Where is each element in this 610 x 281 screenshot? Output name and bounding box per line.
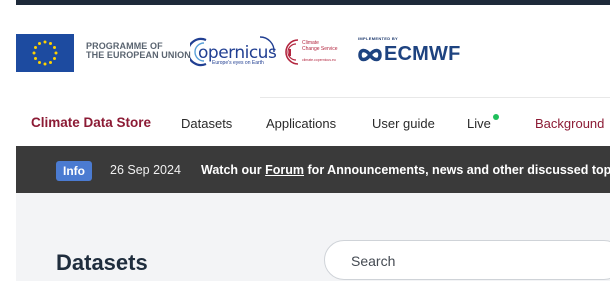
nav-item-background[interactable]: Background: [535, 116, 604, 131]
programme-eu-text: PROGRAMME OF THE EUROPEAN UNION: [86, 42, 191, 60]
ecmwf-implemented-by: IMPLEMENTED BY: [358, 36, 398, 41]
nav-item-user-guide[interactable]: User guide: [372, 116, 435, 131]
search-input[interactable]: [351, 251, 601, 271]
info-date: 26 Sep 2024: [110, 163, 181, 177]
eu-flag-icon: [16, 34, 74, 72]
info-message-start: Watch our: [201, 163, 262, 177]
info-banner: Info 26 Sep 2024 Watch our Forum for Ann…: [16, 146, 610, 193]
info-message-end: for Announcements, news and other discus…: [307, 163, 610, 177]
copernicus-logo[interactable]: opernicus Europe's eyes on Earth: [190, 32, 277, 72]
search-box[interactable]: [324, 240, 610, 280]
programme-line-2: THE EUROPEAN UNION: [86, 50, 191, 60]
c3s-logo[interactable]: Climate Change Service climate.copernicu…: [280, 34, 350, 70]
info-badge: Info: [56, 161, 92, 181]
live-status-dot-icon: [493, 114, 499, 120]
c3s-line-2: Change Service: [302, 46, 338, 52]
nav-item-datasets[interactable]: Datasets: [181, 116, 232, 131]
top-accent-bar: [16, 0, 610, 5]
ecmwf-wordmark: ECMWF: [384, 43, 461, 65]
copernicus-tagline: Europe's eyes on Earth: [212, 60, 264, 66]
info-message: Watch our Forum for Announcements, news …: [201, 163, 610, 177]
nav-item-live[interactable]: Live: [467, 116, 491, 131]
datasets-header-section: Datasets: [16, 193, 610, 281]
c3s-url: climate.copernicus.eu: [302, 58, 336, 62]
c3s-text: Climate Change Service: [302, 40, 338, 52]
ecmwf-mark-icon: [358, 48, 382, 62]
forum-link[interactable]: Forum: [265, 163, 304, 177]
site-brand-link[interactable]: Climate Data Store: [31, 115, 151, 130]
page-title: Datasets: [56, 250, 148, 275]
ecmwf-logo[interactable]: IMPLEMENTED BY ECMWF: [358, 36, 473, 66]
nav-item-applications[interactable]: Applications: [266, 116, 336, 131]
main-nav: Climate Data Store Datasets Applications…: [0, 98, 610, 146]
